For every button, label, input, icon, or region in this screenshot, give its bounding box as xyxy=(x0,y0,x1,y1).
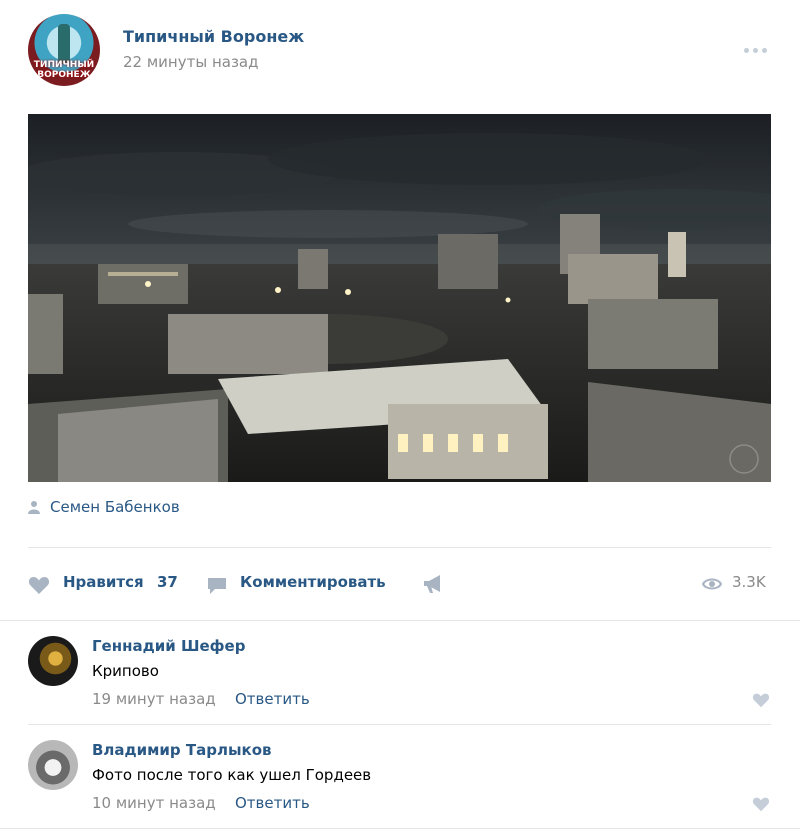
avatar[interactable] xyxy=(28,636,78,686)
megaphone-icon[interactable] xyxy=(422,574,446,594)
divider xyxy=(0,828,800,829)
photo-author[interactable]: Семен Бабенков xyxy=(50,498,180,516)
avatar-figure xyxy=(58,24,70,64)
community-avatar[interactable]: ТИПИЧНЫЙ ВОРОНЕЖ xyxy=(28,14,100,86)
like-count[interactable]: 37 xyxy=(157,573,178,591)
reply-button[interactable]: Ответить xyxy=(235,794,310,812)
community-name[interactable]: Типичный Воронеж xyxy=(123,27,304,46)
comment-button[interactable]: Комментировать xyxy=(240,573,386,591)
post-photo[interactable] xyxy=(28,114,771,482)
night-city-photo xyxy=(28,114,771,482)
avatar-logo-text: ТИПИЧНЫЙ ВОРОНЕЖ xyxy=(33,60,95,80)
divider xyxy=(28,547,771,548)
post-time[interactable]: 22 минуты назад xyxy=(123,53,259,71)
divider xyxy=(0,620,800,621)
avatar[interactable] xyxy=(28,740,78,790)
comment-bubble-icon[interactable] xyxy=(206,576,228,596)
comment-time[interactable]: 19 минут назад xyxy=(92,690,216,708)
reply-button[interactable]: Ответить xyxy=(235,690,310,708)
views-count: 3.3K xyxy=(732,573,766,591)
eye-icon xyxy=(702,578,722,590)
heart-icon[interactable] xyxy=(752,692,770,708)
comment-author[interactable]: Владимир Тарлыков xyxy=(92,741,272,759)
heart-icon[interactable] xyxy=(28,575,50,595)
more-dots-icon[interactable] xyxy=(744,38,772,53)
comment-author[interactable]: Геннадий Шефер xyxy=(92,637,245,655)
comment-time[interactable]: 10 минут назад xyxy=(92,794,216,812)
comment-text: Крипово xyxy=(92,662,159,680)
person-icon xyxy=(28,501,40,514)
heart-icon[interactable] xyxy=(752,796,770,812)
comment-text: Фото после того как ушел Гордеев xyxy=(92,766,372,784)
like-button[interactable]: Нравится xyxy=(63,573,144,591)
divider xyxy=(28,724,771,725)
